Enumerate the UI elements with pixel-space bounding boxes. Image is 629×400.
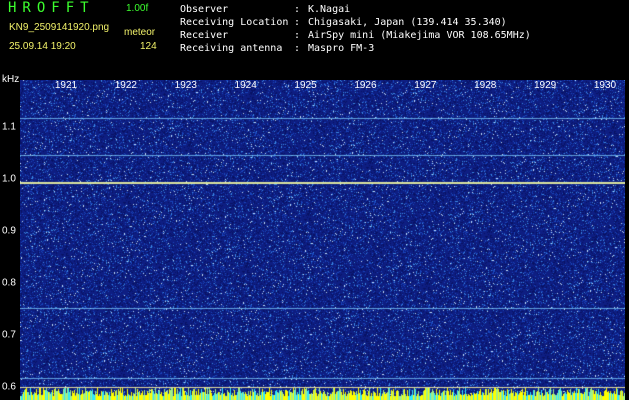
datetime-label: 25.09.14 19:20 [9,41,76,52]
x-tick-label: 1928 [474,80,497,91]
x-tick-label: 1929 [533,80,557,91]
y-tick-label: 1.1 [2,121,16,133]
version-label: 1.00f [126,3,149,14]
info-key: Receiving antenna [180,43,283,54]
x-tick-label: 1926 [354,80,377,91]
info-key: Receiving Location [180,17,289,28]
info-key: Observer [180,4,229,15]
info-key: Receiver [180,30,229,41]
info-row-receiver: Receiver : AirSpy mini (Miakejima VOR 10… [180,29,531,42]
info-sep: : [294,30,301,41]
y-tick-label: 0.6 [2,381,16,393]
x-tick-label: 1923 [174,80,197,91]
info-value: K.Nagai [308,4,351,15]
info-value: Chigasaki, Japan (139.414 35.340) [308,17,507,28]
x-tick-label: 1927 [414,80,437,91]
x-tick-label: 1924 [234,80,257,91]
app-title: HROFFT [8,0,95,16]
x-tick-label: 1925 [294,80,317,91]
info-row-antenna: Receiving antenna : Maspro FM-3 [180,42,531,55]
info-sep: : [294,43,301,54]
y-axis-unit-label: kHz [2,74,20,85]
meteor-count: 124 [140,41,157,52]
info-sep: : [294,17,301,28]
y-tick-label: 0.7 [2,329,16,341]
info-value: AirSpy mini (Miakejima VOR 108.65MHz) [308,30,531,41]
x-tick-label: 1930 [593,80,617,91]
info-value: Maspro FM-3 [308,43,375,54]
y-tick-label: 0.9 [2,225,16,237]
header-panel: HROFFT 1.00f KN9_2509141920.png meteor 2… [0,0,629,74]
x-tick-label: 1922 [114,80,137,91]
meteor-label: meteor [124,27,156,38]
x-tick-label: 1921 [54,80,78,91]
spectrogram-canvas [20,80,625,400]
info-sep: : [294,4,301,15]
info-row-observer: Observer : K.Nagai [180,3,531,16]
filename-label: KN9_2509141920.png [9,22,110,33]
y-tick-label: 0.8 [2,277,16,289]
info-row-location: Receiving Location : Chigasaki, Japan (1… [180,16,531,29]
station-info: Observer : K.Nagai Receiving Location : … [180,3,531,55]
y-tick-label: 1.0 [2,173,16,185]
